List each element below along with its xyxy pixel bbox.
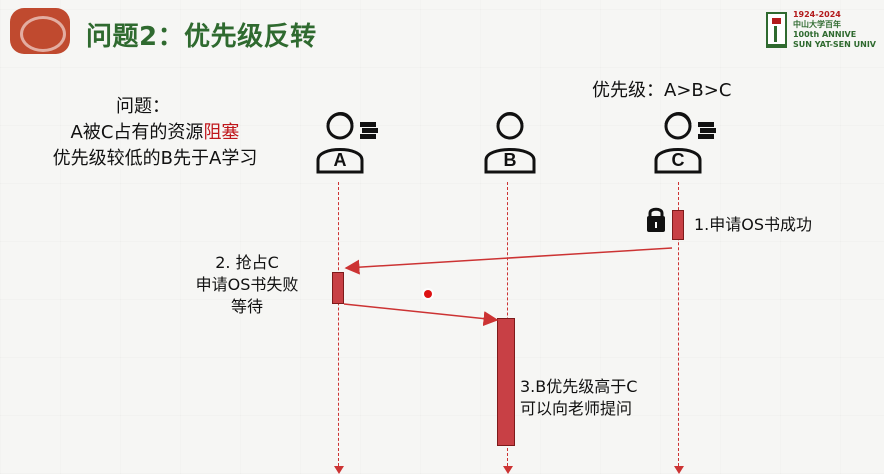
sequence-arrows <box>343 247 673 327</box>
message-2-line-1: 2. 抢占C <box>215 253 279 272</box>
message-3-line-2: 可以向老师提问 <box>520 399 633 418</box>
message-2-line-2: 申请OS书失败 <box>195 275 299 294</box>
arrow-c-to-a <box>344 247 673 275</box>
message-2-line-3: 等待 <box>230 297 263 316</box>
message-3-line-1: 3.B优先级高于C <box>520 377 638 396</box>
message-3: 3.B优先级高于C 可以向老师提问 <box>520 376 690 420</box>
message-2: 2. 抢占C 申请OS书失败 等待 <box>182 252 312 318</box>
message-1: 1.申请OS书成功 <box>694 215 813 234</box>
lock-icon <box>647 207 665 232</box>
mouse-pointer-dot <box>424 290 432 298</box>
arrow-a-to-b <box>343 303 499 327</box>
